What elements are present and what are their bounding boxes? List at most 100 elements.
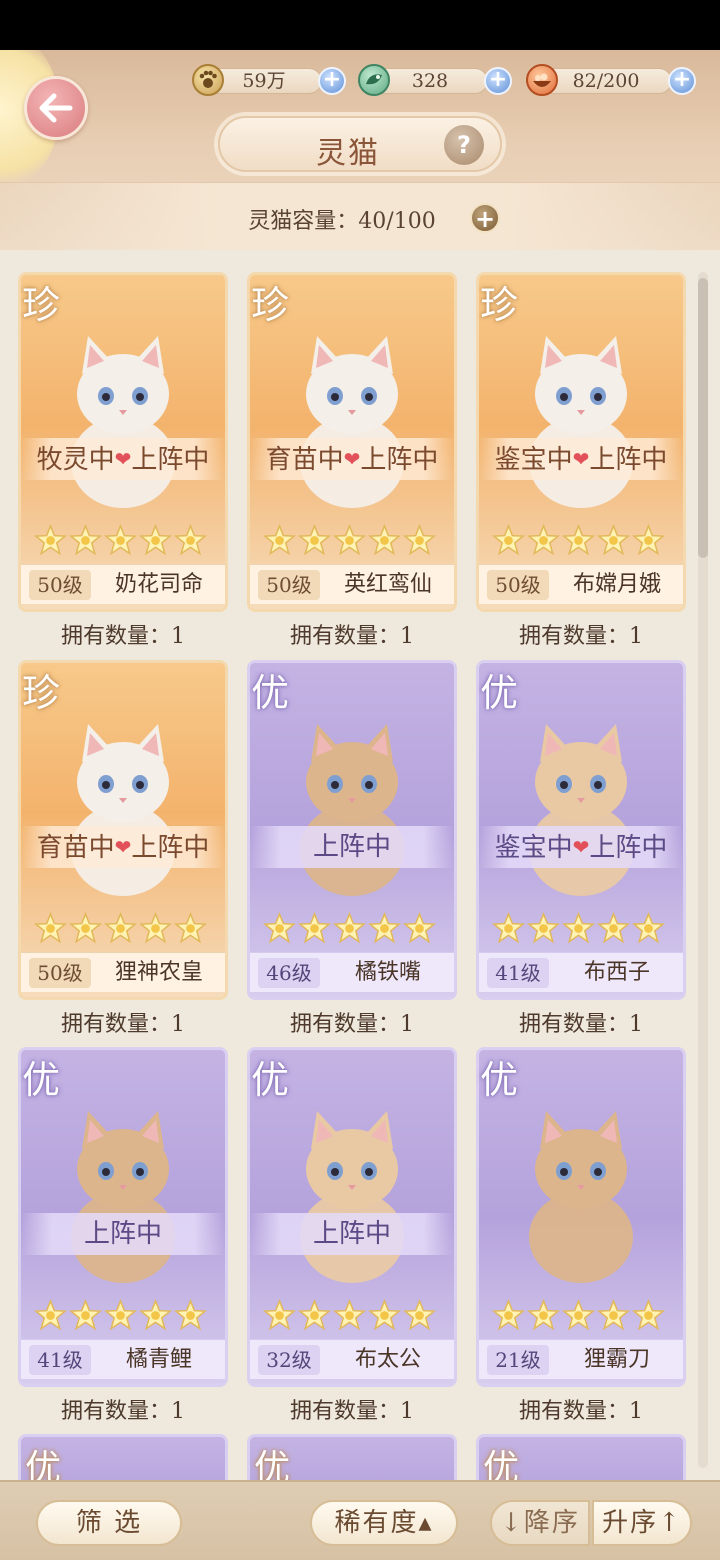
cat-grid: 珍牧灵中❤上阵中 50级 奶花司命 拥有数量：1 珍育苗中❤上阵中 50级 英红鸾仙 拥有数量…	[0, 250, 720, 1480]
rarity-badge: 优	[251, 1058, 290, 1102]
cat-info-row: 50级 奶花司命	[21, 564, 225, 604]
star-icon	[402, 1298, 437, 1332]
bottom-toolbar: 筛 选 稀有度▴ ↓降序 升序↑	[0, 1480, 720, 1560]
status-band: 鉴宝中❤上阵中	[479, 438, 683, 480]
level-badge: 50级	[29, 570, 91, 600]
cat-card[interactable]: 优 21级 狸霸刀	[476, 1047, 686, 1387]
status-label: 上阵中	[312, 832, 391, 862]
status-label: 上阵中	[312, 1219, 391, 1249]
cat-portrait-icon	[287, 700, 417, 900]
expand-capacity-button[interactable]: +	[470, 203, 500, 233]
star-icon	[561, 1298, 596, 1332]
cat-info-row: 46级 橘铁嘴	[250, 952, 454, 992]
cat-card[interactable]: 优鉴宝中❤上阵中 41级 布西子	[476, 660, 686, 1000]
star-icon	[402, 523, 437, 557]
cat-card[interactable]: 珍育苗中❤上阵中 50级 英红鸾仙	[247, 272, 457, 612]
star-icon	[561, 911, 596, 945]
heart-icon: ❤	[114, 835, 132, 859]
cat-info-row: 50级 布嫦月娥	[479, 564, 683, 604]
star-rating	[262, 523, 437, 557]
cat-card[interactable]: 优上阵中 46级 橘铁嘴	[247, 660, 457, 1000]
resource-green-gem: 328 +	[358, 64, 512, 96]
status-band: 上阵中	[250, 826, 454, 868]
cat-card[interactable]: 珍鉴宝中❤上阵中 50级 布嫦月娥	[476, 272, 686, 612]
cat-card[interactable]: 优上阵中 32级 布太公	[247, 1047, 457, 1387]
star-icon	[138, 911, 173, 945]
star-icon	[367, 911, 402, 945]
status-band: 育苗中❤上阵中	[21, 826, 225, 868]
rarity-badge: 珍	[22, 671, 61, 715]
add-paw-coin-button[interactable]: +	[318, 67, 346, 95]
cat-card[interactable]: 优上阵中 41级 橘青鲤	[18, 1047, 228, 1387]
cat-card-partial[interactable]: 优	[18, 1434, 228, 1480]
rarity-badge: 优	[254, 1448, 291, 1480]
cat-name: 奶花司命	[114, 572, 203, 597]
star-icon	[332, 1298, 367, 1332]
level-badge: 41级	[29, 1345, 91, 1375]
star-rating	[491, 911, 666, 945]
cat-card[interactable]: 珍育苗中❤上阵中 50级 狸神农皇	[18, 660, 228, 1000]
status-label: 育苗中	[36, 833, 115, 863]
help-button[interactable]: ?	[444, 125, 484, 165]
header: 59万 + 328 + 82/200 + 灵猫 ? 灵猫容量：40/100 +	[0, 50, 720, 250]
heart-icon: ❤	[114, 447, 132, 471]
star-icon	[262, 1298, 297, 1332]
cat-card-partial[interactable]: 优	[476, 1434, 686, 1480]
status-band: 上阵中	[21, 1213, 225, 1255]
add-food-bowl-button[interactable]: +	[668, 67, 696, 95]
sort-ascending-button[interactable]: 升序↑	[592, 1500, 692, 1546]
sort-descending-button[interactable]: ↓降序	[490, 1500, 590, 1546]
cat-name: 布西子	[583, 960, 650, 985]
cat-info-row: 41级 橘青鲤	[21, 1339, 225, 1379]
owned-count: 拥有数量：1	[290, 624, 414, 649]
star-icon	[103, 1298, 138, 1332]
owned-count: 拥有数量：1	[519, 1012, 643, 1037]
star-icon	[526, 911, 561, 945]
cat-info-row: 50级 英红鸾仙	[250, 564, 454, 604]
status-band: 上阵中	[250, 1213, 454, 1255]
rarity-badge: 优	[480, 671, 519, 715]
star-icon	[367, 523, 402, 557]
cat-portrait-icon	[287, 312, 417, 512]
owned-count: 拥有数量：1	[61, 624, 185, 649]
rarity-badge: 优	[480, 1058, 519, 1102]
status-label: 牧灵中	[36, 445, 115, 475]
owned-count: 拥有数量：1	[61, 1399, 185, 1424]
rarity-badge: 优	[22, 1058, 61, 1102]
sort-field-dropdown[interactable]: 稀有度▴	[310, 1500, 458, 1546]
star-rating	[33, 1298, 208, 1332]
status-band: 育苗中❤上阵中	[250, 438, 454, 480]
cat-info-row: 21级 狸霸刀	[479, 1339, 683, 1379]
rarity-badge: 优	[483, 1448, 520, 1480]
cat-name: 橘青鲤	[125, 1347, 192, 1372]
add-green-gem-button[interactable]: +	[484, 67, 512, 95]
star-icon	[33, 1298, 68, 1332]
star-icon	[526, 1298, 561, 1332]
star-icon	[138, 1298, 173, 1332]
star-icon	[173, 523, 208, 557]
cat-name: 橘铁嘴	[354, 960, 421, 985]
star-rating	[491, 1298, 666, 1332]
scrollbar[interactable]	[698, 272, 708, 1468]
star-icon	[367, 1298, 402, 1332]
status-band: 鉴宝中❤上阵中	[479, 826, 683, 868]
star-icon	[262, 523, 297, 557]
cat-portrait-icon	[287, 1087, 417, 1287]
status-label: 育苗中	[265, 445, 344, 475]
owned-count: 拥有数量：1	[290, 1012, 414, 1037]
back-button[interactable]	[24, 76, 88, 140]
star-icon	[68, 1298, 103, 1332]
filter-button[interactable]: 筛 选	[36, 1500, 182, 1546]
scrollbar-thumb[interactable]	[698, 278, 708, 558]
star-icon	[631, 523, 666, 557]
star-rating	[33, 523, 208, 557]
level-badge: 50级	[29, 958, 91, 988]
cat-card-partial[interactable]: 优	[247, 1434, 457, 1480]
capacity-bar: 灵猫容量：40/100 +	[0, 182, 720, 250]
system-status-bar	[0, 0, 720, 50]
cat-card[interactable]: 珍牧灵中❤上阵中 50级 奶花司命	[18, 272, 228, 612]
cat-portrait-icon	[516, 700, 646, 900]
star-icon	[103, 911, 138, 945]
star-icon	[262, 911, 297, 945]
star-icon	[402, 911, 437, 945]
